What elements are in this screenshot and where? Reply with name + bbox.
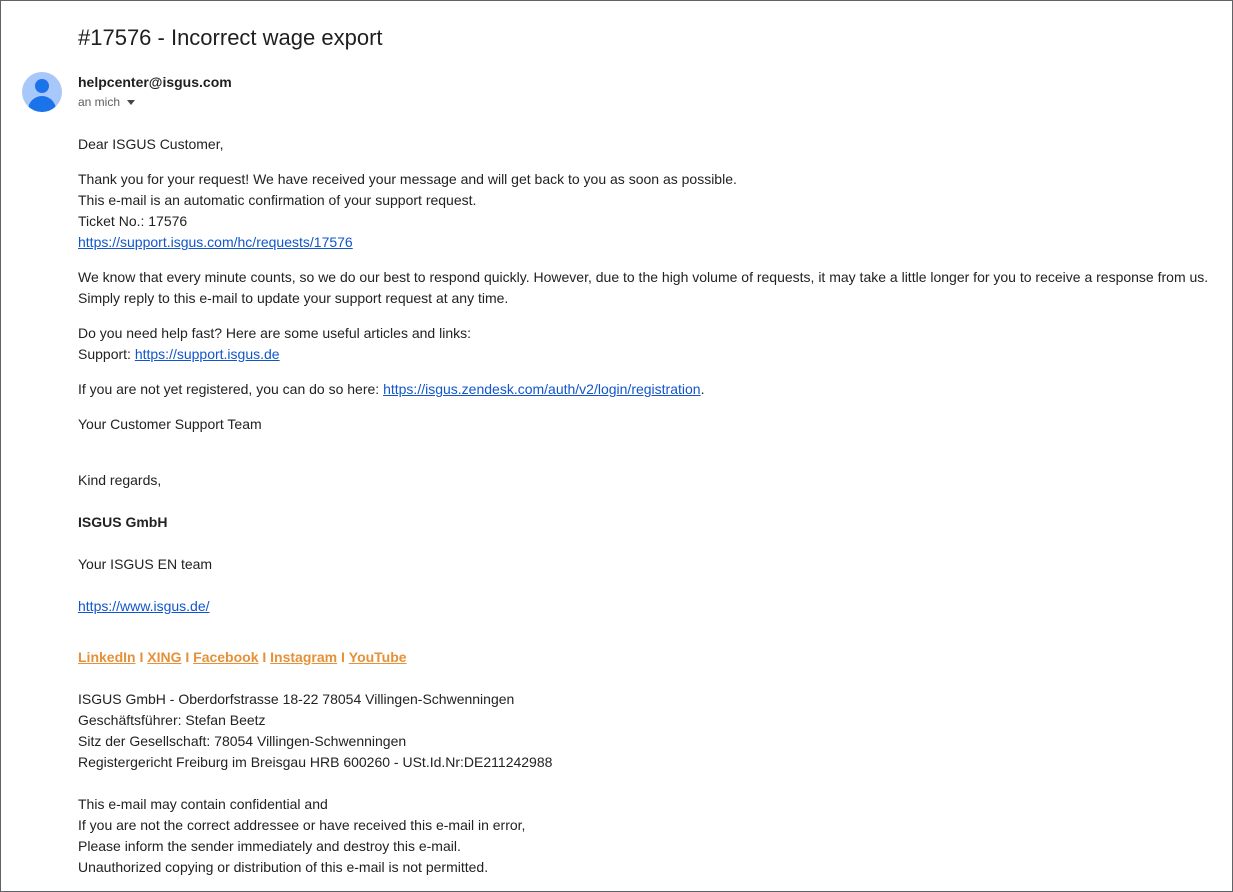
disclaimer: This e-mail may contain confidential and… [78,794,1223,878]
team-signature: Your Customer Support Team [78,416,262,432]
help-paragraph: Do you need help fast? Here are some use… [78,323,1223,365]
email-view: #17576 - Incorrect wage export helpcente… [0,0,1233,892]
social-separator: I [340,649,345,665]
ticket-link[interactable]: https://support.isgus.com/hc/requests/17… [78,234,353,250]
legal-line-3: Sitz der Gesellschaft: 78054 Villingen-S… [78,733,407,749]
email-subject: #17576 - Incorrect wage export [78,25,383,50]
linkedin-link[interactable]: LinkedIn [78,649,136,665]
legal-line-4: Registergericht Freiburg im Breisgau HRB… [78,754,553,770]
registration-text: If you are not yet registered, you can d… [78,381,384,397]
social-links: LinkedIn I XING I Facebook I Instagram I… [78,647,1223,668]
instagram-link[interactable]: Instagram [270,649,337,665]
company-name: ISGUS GmbH [78,514,168,530]
social-separator: I [185,649,190,665]
disclaimer-line-3: Please inform the sender immediately and… [78,838,461,854]
sender-avatar[interactable] [22,72,62,112]
person-icon-body [28,96,56,112]
youtube-link[interactable]: YouTube [349,649,407,665]
confirmation-paragraph: Thank you for your request! We have rece… [78,169,1223,253]
sender-address[interactable]: helpcenter@isgus.com [78,73,232,91]
recipient-label: an mich [78,95,121,109]
legal-line-2: Geschäftsführer: Stefan Beetz [78,712,266,728]
support-link[interactable]: https://support.isgus.de [135,346,280,362]
website-paragraph: https://www.isgus.de/ [78,596,1223,617]
website-link[interactable]: https://www.isgus.de/ [78,598,210,614]
legal-info: ISGUS GmbH - Oberdorfstrasse 18-22 78054… [78,689,1223,773]
email-body: Dear ISGUS Customer, Thank you for your … [78,134,1223,891]
xing-link[interactable]: XING [147,649,181,665]
legal-line-1: ISGUS GmbH - Oberdorfstrasse 18-22 78054… [78,691,515,707]
confirmation-line-2: This e-mail is an automatic confirmation… [78,192,477,208]
help-line: Do you need help fast? Here are some use… [78,325,471,341]
social-separator: I [262,649,267,665]
team-en: Your ISGUS EN team [78,556,213,572]
facebook-link[interactable]: Facebook [193,649,258,665]
response-time-paragraph: We know that every minute counts, so we … [78,267,1223,309]
greeting: Dear ISGUS Customer, [78,136,224,152]
person-icon [35,79,49,93]
response-line-2: Simply reply to this e-mail to update yo… [78,290,509,306]
recipient-details-toggle[interactable]: an mich [78,94,136,110]
registration-paragraph: If you are not yet registered, you can d… [78,379,1223,400]
support-label: Support: [78,346,135,362]
ticket-number: Ticket No.: 17576 [78,213,188,229]
disclaimer-line-4: Unauthorized copying or distribution of … [78,859,489,875]
disclaimer-line-2: If you are not the correct addressee or … [78,817,526,833]
disclaimer-line-1: This e-mail may contain confidential and [78,796,328,812]
response-line-1: We know that every minute counts, so we … [78,269,1209,285]
confirmation-line-1: Thank you for your request! We have rece… [78,171,737,187]
registration-link[interactable]: https://isgus.zendesk.com/auth/v2/login/… [383,381,701,397]
social-separator: I [139,649,144,665]
registration-suffix: . [700,381,705,397]
chevron-down-icon [127,100,136,105]
regards: Kind regards, [78,472,162,488]
